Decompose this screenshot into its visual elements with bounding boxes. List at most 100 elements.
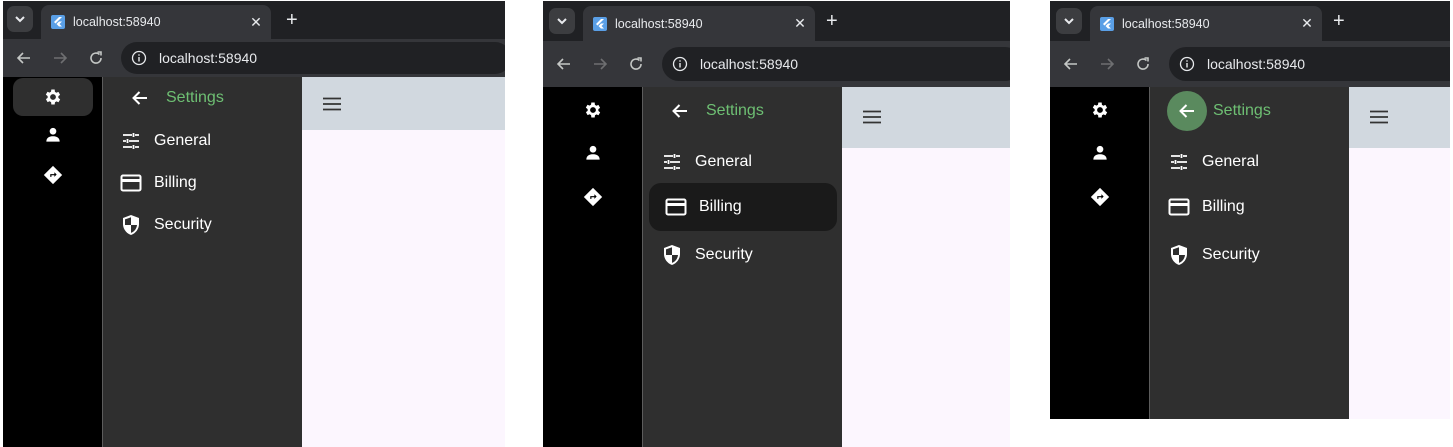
back-nav-button[interactable]	[13, 47, 35, 69]
person-icon	[46, 127, 60, 142]
browser-toolbar: localhost:58940	[3, 39, 505, 77]
content-area	[842, 148, 1010, 447]
tab-strip: localhost:58940 ✕ +	[3, 1, 505, 39]
reload-button[interactable]	[625, 53, 647, 75]
drawer-item-label: Billing	[699, 198, 742, 215]
drawer-item-security[interactable]: Security	[649, 233, 837, 277]
new-tab-button[interactable]: +	[826, 11, 838, 31]
screenshot-panel-2: localhost:58940 ✕ + localhost:58940 Sett…	[543, 1, 1010, 447]
info-icon[interactable]	[672, 56, 688, 72]
url-text: localhost:58940	[1207, 56, 1306, 72]
navigation-rail	[543, 87, 642, 447]
rail-item-directions[interactable]	[13, 157, 93, 193]
url-text: localhost:58940	[700, 56, 799, 72]
arrow-left-icon	[556, 58, 570, 70]
chevron-down-icon	[15, 16, 25, 23]
menu-button[interactable]	[320, 92, 344, 116]
rail-item-settings[interactable]	[553, 91, 633, 129]
close-tab-icon[interactable]: ✕	[791, 15, 809, 32]
back-button[interactable]	[120, 78, 160, 118]
tab-title: localhost:58940	[615, 16, 703, 31]
content-area	[302, 130, 505, 447]
chevron-down-icon	[557, 18, 567, 25]
directions-icon	[43, 165, 63, 185]
back-button[interactable]	[1167, 91, 1207, 131]
tune-icon	[120, 130, 142, 152]
tab-title: localhost:58940	[1122, 16, 1210, 31]
reload-icon	[630, 57, 642, 70]
gear-icon	[45, 89, 61, 105]
drawer-header: Settings	[643, 91, 842, 131]
tab-strip: localhost:58940 ✕ +	[1050, 1, 1450, 41]
shield-icon	[120, 214, 142, 236]
back-button[interactable]	[660, 91, 700, 131]
drawer-item-security[interactable]: Security	[107, 207, 295, 243]
drawer-item-billing[interactable]: Billing	[107, 165, 295, 201]
drawer-item-billing[interactable]: Billing	[649, 183, 837, 231]
drawer-item-billing[interactable]: Billing	[1156, 185, 1344, 229]
person-icon	[586, 145, 600, 160]
app-bar	[302, 77, 505, 130]
tab-search-button[interactable]	[7, 6, 33, 32]
rail-item-directions[interactable]	[553, 179, 633, 215]
info-icon[interactable]	[1179, 56, 1195, 72]
settings-drawer: Settings General Billing Security	[102, 77, 302, 447]
rail-item-settings[interactable]	[1060, 91, 1140, 129]
settings-drawer: Settings General Billing Security	[1149, 87, 1349, 419]
address-bar[interactable]: localhost:58940	[121, 42, 505, 74]
credit-card-icon	[665, 196, 687, 218]
rail-item-profile[interactable]	[1060, 135, 1140, 171]
navigation-rail	[1050, 87, 1149, 419]
close-tab-icon[interactable]: ✕	[247, 14, 265, 31]
drawer-item-general[interactable]: General	[1156, 139, 1344, 185]
arrow-left-icon	[16, 52, 30, 64]
menu-button[interactable]	[860, 105, 884, 129]
menu-icon	[863, 110, 881, 124]
close-tab-icon[interactable]: ✕	[1298, 15, 1316, 32]
tune-icon	[661, 151, 683, 173]
rail-item-profile[interactable]	[553, 135, 633, 171]
browser-tab[interactable]: localhost:58940 ✕	[583, 6, 815, 41]
tab-search-button[interactable]	[549, 8, 575, 34]
reload-button[interactable]	[85, 47, 107, 69]
rail-item-settings[interactable]	[13, 78, 93, 116]
url-text: localhost:58940	[159, 50, 258, 66]
drawer-item-general[interactable]: General	[649, 139, 837, 185]
drawer-header: Settings	[103, 78, 302, 118]
info-icon[interactable]	[131, 50, 147, 66]
arrow-left-icon	[1063, 58, 1077, 70]
drawer-item-label: Billing	[154, 174, 197, 191]
menu-icon	[323, 97, 341, 111]
settings-drawer: Settings General Billing Security	[642, 87, 842, 447]
drawer-item-security[interactable]: Security	[1156, 233, 1344, 277]
arrow-back-icon	[1179, 104, 1194, 118]
new-tab-button[interactable]: +	[1333, 11, 1345, 31]
tab-strip: localhost:58940 ✕ +	[543, 1, 1010, 41]
browser-toolbar: localhost:58940	[543, 41, 1010, 87]
content-area	[1349, 148, 1450, 419]
drawer-item-label: Security	[695, 246, 753, 263]
back-nav-button[interactable]	[1060, 53, 1082, 75]
shield-icon	[661, 244, 683, 266]
flutter-icon	[51, 15, 65, 29]
rail-item-directions[interactable]	[1060, 179, 1140, 215]
person-icon	[1093, 145, 1107, 160]
new-tab-button[interactable]: +	[286, 10, 298, 30]
browser-tab[interactable]: localhost:58940 ✕	[1090, 6, 1322, 41]
credit-card-icon	[120, 172, 142, 194]
drawer-item-general[interactable]: General	[107, 123, 295, 159]
forward-nav-button[interactable]	[49, 47, 71, 69]
drawer-title: Settings	[1213, 102, 1271, 119]
forward-nav-button[interactable]	[1096, 53, 1118, 75]
address-bar[interactable]: localhost:58940	[1169, 47, 1450, 81]
rail-item-profile[interactable]	[13, 117, 93, 153]
screenshot-panel-3: localhost:58940 ✕ + localhost:58940 Sett…	[1050, 1, 1450, 419]
address-bar[interactable]: localhost:58940	[662, 47, 1010, 81]
back-nav-button[interactable]	[553, 53, 575, 75]
menu-button[interactable]	[1367, 105, 1391, 129]
browser-tab[interactable]: localhost:58940 ✕	[41, 5, 271, 39]
flutter-icon	[593, 16, 607, 31]
tab-search-button[interactable]	[1056, 8, 1082, 34]
reload-button[interactable]	[1132, 53, 1154, 75]
forward-nav-button[interactable]	[589, 53, 611, 75]
